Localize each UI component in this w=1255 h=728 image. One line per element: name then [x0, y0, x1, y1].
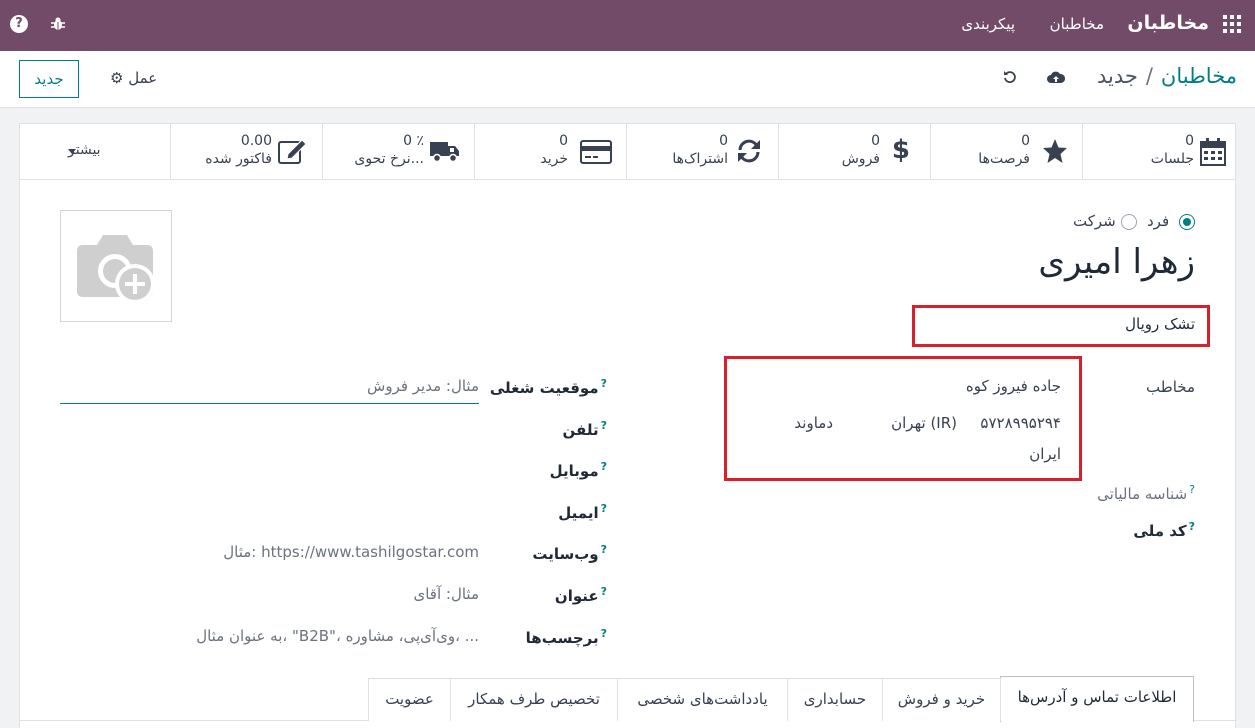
tab-sales-purchase[interactable]: خرید و فروش	[882, 678, 1001, 721]
website-input[interactable]: مثال: https://www.tashilgostar.com	[60, 538, 479, 570]
action-menu[interactable]: ⚙ عمل	[110, 69, 157, 87]
breadcrumb-current: جدید	[1096, 64, 1138, 88]
partner-name-input[interactable]: زهرا امیری	[1038, 242, 1195, 282]
sales-label: فروش	[841, 151, 880, 167]
email-input[interactable]	[60, 497, 479, 529]
opportunities-count: 0	[1021, 133, 1030, 149]
radio-individual[interactable]	[1179, 214, 1195, 230]
save-cloud-icon[interactable]	[1047, 69, 1066, 88]
title-placeholder: مثال: آقای	[413, 585, 479, 603]
help-tooltip-icon[interactable]: ?	[601, 543, 607, 556]
address-label: مخاطب	[1146, 378, 1195, 396]
opportunities-label: فرصت‌ها	[978, 151, 1030, 167]
help-tooltip-icon[interactable]: ?	[1189, 483, 1195, 496]
tab-contact-addresses[interactable]: اطلاعات تماس و آدرس‌ها	[1000, 676, 1194, 722]
tab-membership[interactable]: عضویت	[368, 678, 451, 721]
smart-button-meetings[interactable]: 0 جلسات	[1082, 124, 1236, 180]
meetings-label: جلسات	[1150, 151, 1194, 167]
job-position-label: موقعیت شغلی?	[489, 377, 607, 397]
country-input[interactable]: ایران	[1029, 445, 1061, 463]
star-icon	[1042, 138, 1068, 168]
calendar-icon	[1200, 138, 1226, 170]
more-dropdown[interactable]: بیشتر	[20, 124, 170, 180]
title-label: عنوان?	[554, 585, 607, 605]
radio-company-label: شرکت	[1073, 212, 1116, 230]
new-button[interactable]: جدید	[19, 60, 79, 98]
job-position-placeholder: مثال: مدیر فروش	[367, 377, 479, 395]
discard-undo-icon[interactable]	[1003, 69, 1017, 88]
breadcrumb: مخاطبان / جدید	[1097, 64, 1237, 88]
refresh-icon	[736, 138, 762, 168]
sales-count: 0	[871, 133, 880, 149]
tab-internal-notes[interactable]: یادداشت‌های شخصی	[617, 678, 788, 721]
purchases-count: 0	[559, 133, 568, 149]
tags-placeholder: به عنوان مثال، "B2B"، وی‌آی‌پی، مشاوره، …	[196, 627, 479, 645]
state-input[interactable]: تهران (IR)	[891, 414, 957, 432]
purchases-label: خرید	[540, 151, 568, 167]
delivery-rate-label: نرخ تحوی...	[354, 151, 424, 167]
menu-configuration[interactable]: پیکربندی	[961, 15, 1015, 33]
meetings-count: 0	[1185, 133, 1194, 149]
subscriptions-label: اشتراک‌ها	[672, 151, 728, 167]
help-tooltip-icon[interactable]: ?	[601, 377, 607, 390]
city-input[interactable]: دماوند	[794, 414, 833, 432]
subscriptions-count: 0	[719, 133, 728, 149]
radio-company[interactable]	[1121, 214, 1137, 230]
menu-contacts[interactable]: مخاطبان	[1050, 15, 1104, 33]
smart-button-opportunities[interactable]: 0 فرصت‌ها	[930, 124, 1082, 180]
help-tooltip-icon[interactable]: ?	[601, 419, 607, 432]
company-name-input[interactable]: تشک رویال	[1125, 315, 1195, 333]
top-navbar: مخاطبان مخاطبان پیکربندی ?	[0, 0, 1255, 51]
help-icon[interactable]: ?	[10, 15, 28, 33]
invoiced-label: فاکتور شده	[205, 151, 272, 167]
tags-input[interactable]: به عنوان مثال، "B2B"، وی‌آی‌پی، مشاوره، …	[60, 622, 479, 654]
job-position-input[interactable]: مثال: مدیر فروش	[60, 372, 479, 404]
smart-button-delivery-rate[interactable]: 0 ٪ نرخ تحوی...	[322, 124, 474, 180]
app-menu-icon[interactable]	[1223, 15, 1241, 33]
help-tooltip-icon[interactable]: ?	[1189, 520, 1195, 533]
smart-button-purchases[interactable]: 0 خرید	[474, 124, 626, 180]
phone-input[interactable]	[60, 414, 479, 446]
national-code-label: کد ملی?	[1133, 520, 1195, 540]
tab-accounting[interactable]: حسابداری	[787, 678, 883, 721]
debug-bug-icon[interactable]	[50, 16, 66, 35]
avatar-upload[interactable]	[60, 210, 172, 322]
caret-down-icon	[68, 149, 76, 154]
credit-card-icon	[580, 140, 612, 168]
breadcrumb-parent[interactable]: مخاطبان	[1161, 64, 1237, 88]
smart-button-sales[interactable]: $ 0 فروش	[778, 124, 930, 180]
help-tooltip-icon[interactable]: ?	[601, 460, 607, 473]
smart-button-subscriptions[interactable]: 0 اشتراک‌ها	[626, 124, 778, 180]
street-input[interactable]: جاده فیروز کوه	[966, 377, 1061, 395]
help-tooltip-icon[interactable]: ?	[601, 585, 607, 598]
phone-label: تلفن?	[562, 419, 607, 439]
smart-button-invoiced[interactable]: 0.00 فاکتور شده	[170, 124, 322, 180]
camera-plus-icon	[73, 229, 161, 309]
breadcrumb-separator: /	[1145, 64, 1153, 88]
help-tooltip-icon[interactable]: ?	[601, 502, 607, 515]
invoiced-amount: 0.00	[240, 133, 272, 149]
gear-icon: ⚙	[110, 69, 124, 87]
dollar-icon: $	[891, 135, 910, 165]
pencil-square-icon	[278, 138, 308, 168]
tax-id-label: شناسه مالیاتی?	[1097, 483, 1195, 503]
radio-individual-label: فرد	[1147, 212, 1170, 230]
delivery-rate-value: 0 ٪	[403, 133, 424, 149]
truck-icon	[430, 141, 460, 167]
email-label: ایمیل?	[558, 502, 607, 522]
website-label: وب‌سایت?	[532, 543, 607, 563]
mobile-input[interactable]	[60, 455, 479, 487]
tab-partner-assignment[interactable]: تخصیص طرف همکار	[450, 678, 618, 721]
app-brand[interactable]: مخاطبان	[1127, 12, 1209, 34]
control-panel: جدید ⚙ عمل مخاطبان / جدید	[0, 51, 1255, 108]
zip-input[interactable]: ۵۷۲۸۹۹۵۲۹۴	[980, 414, 1061, 432]
website-placeholder: مثال: https://www.tashilgostar.com	[223, 543, 479, 561]
help-tooltip-icon[interactable]: ?	[601, 627, 607, 640]
action-label: عمل	[128, 69, 158, 87]
form-sheet: 0 جلسات 0 فرصت‌ها $ 0 فروش 0 اشتراک‌ها 0…	[19, 123, 1237, 728]
mobile-label: موبایل?	[549, 460, 607, 480]
title-input[interactable]: مثال: آقای	[60, 580, 479, 612]
tags-label: برچسب‌ها?	[525, 627, 607, 647]
